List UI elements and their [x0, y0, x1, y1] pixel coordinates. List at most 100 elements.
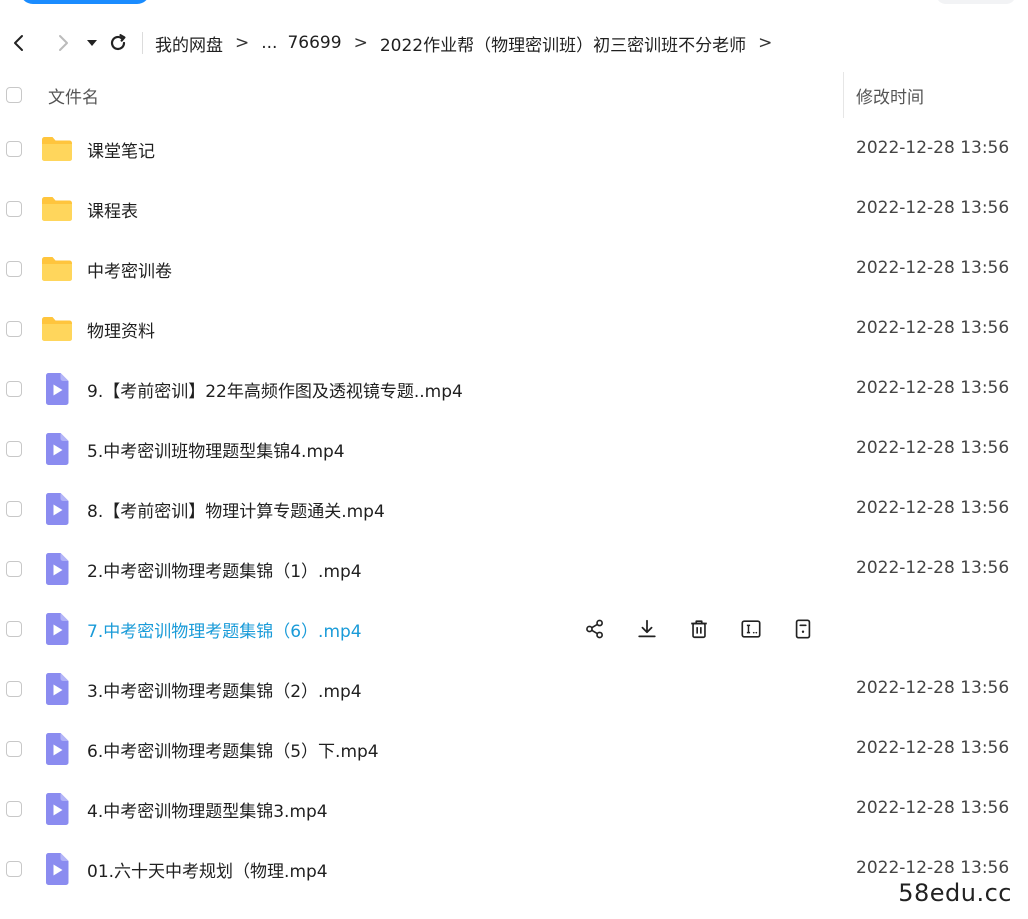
file-row[interactable]: 8.【考前密训】物理计算专题通关.mp4 2022-12-28 13:56: [0, 479, 1028, 539]
video-file-icon: [41, 853, 73, 885]
folder-icon: [41, 193, 73, 225]
breadcrumb: 我的网盘 > ... 76699 > 2022作业帮（物理密训班）初三密训班不分…: [155, 31, 784, 56]
file-row[interactable]: 7.中考密训物理考题集锦（6）.mp4: [0, 599, 1028, 659]
delete-icon: [688, 618, 710, 640]
file-name[interactable]: 8.【考前密训】物理计算专题通关.mp4: [87, 497, 385, 522]
breadcrumb-item-ellipsis[interactable]: ...: [261, 33, 277, 53]
file-row[interactable]: 2.中考密训物理考题集锦（1）.mp4 2022-12-28 13:56: [0, 539, 1028, 599]
row-checkbox[interactable]: [6, 621, 22, 637]
more-icon: [792, 618, 814, 640]
file-list: 课堂笔记 2022-12-28 13:56 课程表 2022-12-28 13:56…: [0, 119, 1028, 899]
more-button[interactable]: [788, 614, 818, 644]
delete-button[interactable]: [684, 614, 714, 644]
modified-time: 2022-12-28 13:56: [856, 258, 1010, 278]
share-button[interactable]: [580, 614, 610, 644]
modified-time: 2022-12-28 13:56: [856, 798, 1010, 818]
row-checkbox[interactable]: [6, 201, 22, 217]
modified-time: 2022-12-28 13:56: [856, 558, 1010, 578]
file-name[interactable]: 2.中考密训物理考题集锦（1）.mp4: [87, 557, 362, 582]
file-name[interactable]: 中考密训卷: [87, 257, 172, 282]
row-actions: [580, 614, 818, 644]
row-checkbox[interactable]: [6, 321, 22, 337]
folder-row[interactable]: 物理资料 2022-12-28 13:56: [0, 299, 1028, 359]
download-button[interactable]: [632, 614, 662, 644]
file-name[interactable]: 4.中考密训物理题型集锦3.mp4: [87, 797, 328, 822]
row-checkbox[interactable]: [6, 441, 22, 457]
row-checkbox[interactable]: [6, 681, 22, 697]
share-icon: [584, 618, 606, 640]
file-name[interactable]: 6.中考密训物理考题集锦（5）下.mp4: [87, 737, 379, 762]
file-name[interactable]: 课程表: [87, 197, 138, 222]
file-row[interactable]: 6.中考密训物理考题集锦（5）下.mp4 2022-12-28 13:56: [0, 719, 1028, 779]
folder-row[interactable]: 课程表 2022-12-28 13:56: [0, 179, 1028, 239]
refresh-button[interactable]: [104, 26, 132, 60]
folder-icon: [41, 253, 73, 285]
video-file-icon: [41, 793, 73, 825]
modified-time: 2022-12-28 13:56: [856, 498, 1010, 518]
top-tab-pill[interactable]: [20, 0, 150, 4]
breadcrumb-separator: >: [353, 33, 368, 53]
modified-time: 2022-12-28 13:56: [856, 318, 1010, 338]
column-header-modified-time[interactable]: 修改时间: [856, 83, 924, 108]
watermark: 58edu.cc: [898, 879, 1012, 907]
row-checkbox[interactable]: [6, 741, 22, 757]
video-file-icon: [41, 553, 73, 585]
chevron-left-icon: [14, 35, 23, 51]
refresh-icon: [110, 34, 126, 51]
column-divider[interactable]: [843, 72, 844, 118]
rename-icon: [740, 618, 762, 640]
file-name[interactable]: 01.六十天中考规划（物理.mp4: [87, 857, 328, 882]
row-checkbox[interactable]: [6, 381, 22, 397]
video-file-icon: [41, 733, 73, 765]
modified-time: 2022-12-28 13:56: [856, 198, 1010, 218]
folder-icon: [41, 313, 73, 345]
file-row[interactable]: 01.六十天中考规划（物理.mp4 2022-12-28 13:56: [0, 839, 1028, 899]
rename-button[interactable]: [736, 614, 766, 644]
folder-row[interactable]: 中考密训卷 2022-12-28 13:56: [0, 239, 1028, 299]
breadcrumb-item-current[interactable]: 2022作业帮（物理密训班）初三密训班不分老师: [380, 31, 746, 56]
file-name[interactable]: 5.中考密训班物理题型集锦4.mp4: [87, 437, 345, 462]
row-checkbox[interactable]: [6, 801, 22, 817]
navigation-bar: 我的网盘 > ... 76699 > 2022作业帮（物理密训班）初三密训班不分…: [0, 22, 1028, 64]
file-row[interactable]: 3.中考密训物理考题集锦（2）.mp4 2022-12-28 13:56: [0, 659, 1028, 719]
nav-divider: [142, 32, 143, 54]
back-button[interactable]: [2, 26, 36, 60]
breadcrumb-item-root[interactable]: 我的网盘: [155, 31, 223, 56]
video-file-icon: [41, 613, 73, 645]
modified-time: 2022-12-28 13:56: [856, 858, 1010, 878]
folder-row[interactable]: 课堂笔记 2022-12-28 13:56: [0, 119, 1028, 179]
file-name[interactable]: 9.【考前密训】22年高频作图及透视镜专题..mp4: [87, 377, 463, 402]
download-icon: [636, 618, 658, 640]
modified-time: 2022-12-28 13:56: [856, 738, 1010, 758]
history-dropdown-button[interactable]: [80, 26, 104, 60]
video-file-icon: [41, 493, 73, 525]
file-row[interactable]: 5.中考密训班物理题型集锦4.mp4 2022-12-28 13:56: [0, 419, 1028, 479]
file-row[interactable]: 9.【考前密训】22年高频作图及透视镜专题..mp4 2022-12-28 13:…: [0, 359, 1028, 419]
top-right-control[interactable]: [936, 0, 1016, 4]
column-header-name[interactable]: 文件名: [48, 83, 99, 108]
video-file-icon: [41, 373, 73, 405]
video-file-icon: [41, 673, 73, 705]
modified-time: 2022-12-28 13:56: [856, 438, 1010, 458]
modified-time: 2022-12-28 13:56: [856, 138, 1010, 158]
file-name[interactable]: 7.中考密训物理考题集锦（6）.mp4: [87, 617, 362, 642]
file-row[interactable]: 4.中考密训物理题型集锦3.mp4 2022-12-28 13:56: [0, 779, 1028, 839]
row-checkbox[interactable]: [6, 861, 22, 877]
chevron-right-icon: [59, 35, 68, 51]
modified-time: 2022-12-28 13:56: [856, 678, 1010, 698]
modified-time: 2022-12-28 13:56: [856, 378, 1010, 398]
video-file-icon: [41, 433, 73, 465]
row-checkbox[interactable]: [6, 141, 22, 157]
row-checkbox[interactable]: [6, 261, 22, 277]
select-all-checkbox[interactable]: [6, 87, 22, 103]
file-name[interactable]: 3.中考密训物理考题集锦（2）.mp4: [87, 677, 362, 702]
forward-button[interactable]: [46, 26, 80, 60]
breadcrumb-item-76699[interactable]: 76699: [287, 33, 341, 53]
row-checkbox[interactable]: [6, 501, 22, 517]
file-name[interactable]: 课堂笔记: [87, 137, 155, 162]
row-checkbox[interactable]: [6, 561, 22, 577]
file-name[interactable]: 物理资料: [87, 317, 155, 342]
folder-icon: [41, 133, 73, 165]
breadcrumb-separator: >: [758, 33, 773, 53]
breadcrumb-separator: >: [235, 33, 250, 53]
